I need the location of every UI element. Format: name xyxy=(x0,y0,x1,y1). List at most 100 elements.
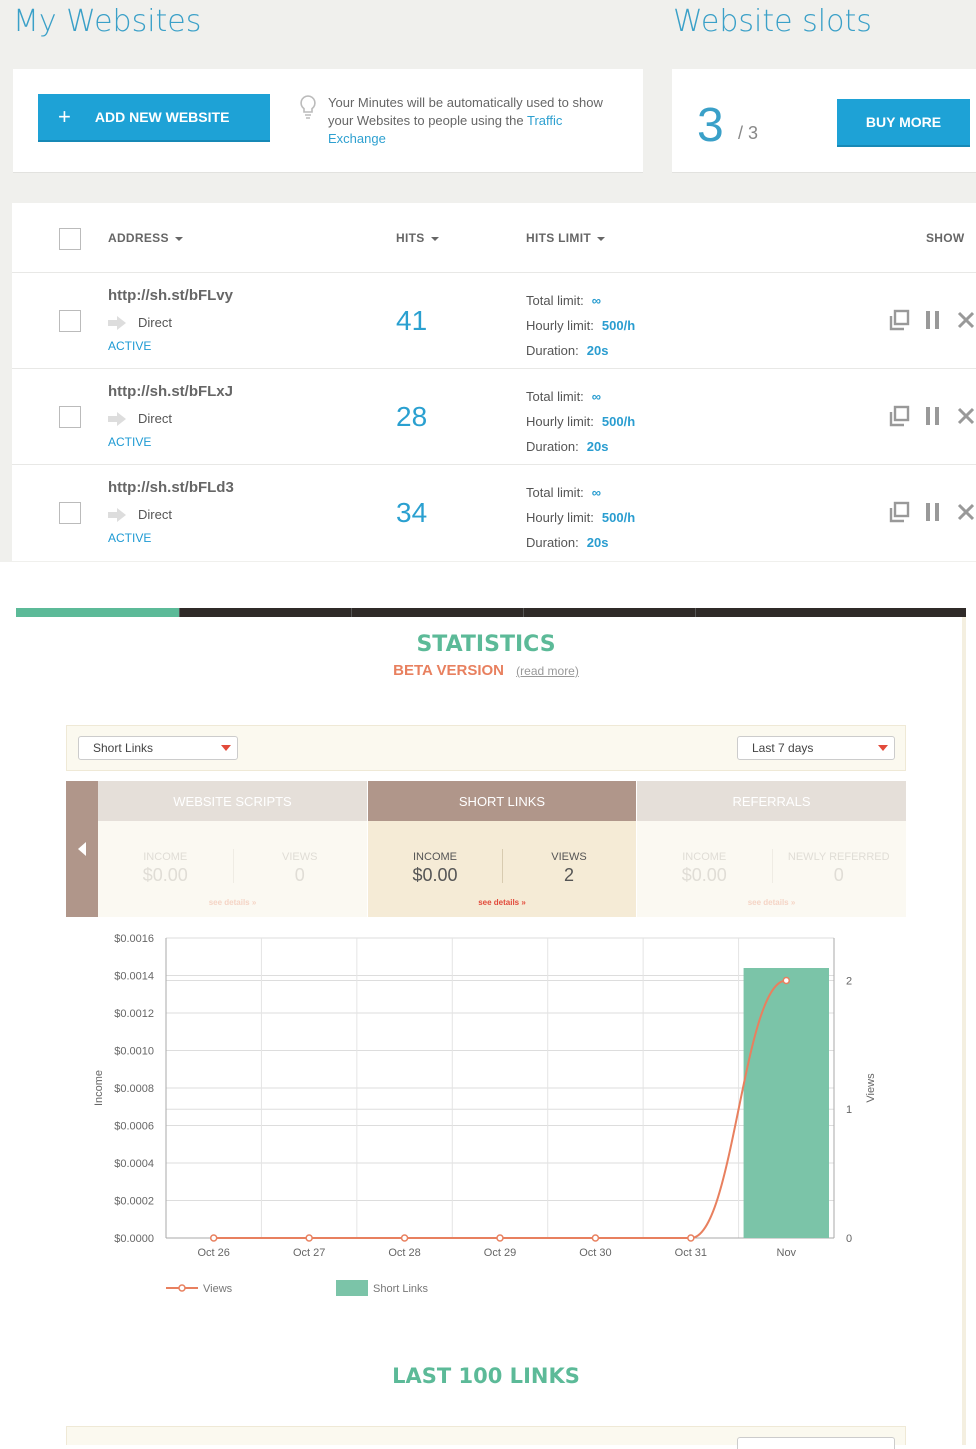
total-limit-value: ∞ xyxy=(591,293,602,308)
see-details-link[interactable]: see details » xyxy=(98,898,367,907)
slots-title: Website slots xyxy=(673,4,872,39)
type-select[interactable]: Short Links xyxy=(78,736,238,760)
traffic-source: Direct xyxy=(108,507,172,522)
column-hits-limit[interactable]: HITS LIMIT xyxy=(526,231,605,245)
read-more-link[interactable]: (read more) xyxy=(516,664,579,678)
lightbulb-icon xyxy=(300,95,316,119)
total-limit-value: ∞ xyxy=(591,389,602,404)
row-actions xyxy=(888,405,974,427)
stats-panel-tab[interactable]: SHORT LINKS xyxy=(368,781,636,821)
x-tick-label: Oct 27 xyxy=(293,1247,325,1259)
column-address[interactable]: ADDRESS xyxy=(108,231,183,245)
x-tick-label: Oct 30 xyxy=(579,1247,611,1259)
chevron-down-icon xyxy=(878,745,888,751)
duration: Duration: 20s xyxy=(526,343,608,358)
stats-tab-indicator[interactable] xyxy=(523,608,695,617)
row-checkbox[interactable] xyxy=(59,406,81,428)
plus-icon: + xyxy=(58,104,71,129)
statistics-title: STATISTICS xyxy=(416,632,556,657)
table-row: http://sh.st/bFLxJ Direct ACTIVE 28 Tota… xyxy=(12,368,976,464)
column-hits[interactable]: HITS xyxy=(396,231,439,245)
table-row: http://sh.st/bFLd3 Direct ACTIVE 34 Tota… xyxy=(12,464,976,560)
legend-short-links-swatch xyxy=(336,1280,368,1296)
status-badge: ACTIVE xyxy=(108,339,152,353)
panels-prev-button[interactable] xyxy=(66,781,98,917)
views-point xyxy=(305,1234,313,1242)
range-select[interactable]: Last 7 days xyxy=(737,736,895,760)
pause-icon[interactable] xyxy=(924,405,942,427)
hourly-limit-label: Hourly limit: xyxy=(526,414,594,429)
statistics-section: STATISTICS BETA VERSION (read more) Shor… xyxy=(16,608,966,1449)
websites-table: ADDRESS HITS HITS LIMIT SHOW http://sh.s… xyxy=(12,203,976,561)
duplicate-icon[interactable] xyxy=(888,405,910,427)
row-checkbox[interactable] xyxy=(59,502,81,524)
website-address[interactable]: http://sh.st/bFLvy xyxy=(108,287,233,304)
traffic-source-label: Direct xyxy=(138,315,172,330)
divider xyxy=(232,849,234,883)
buy-more-label: BUY MORE xyxy=(865,114,942,130)
stats-panel-tab[interactable]: REFERRALS xyxy=(637,781,906,821)
total-limit-label: Total limit: xyxy=(526,485,584,500)
hourly-limit: Hourly limit: 500/h xyxy=(526,414,635,429)
y-tick-label: $0.0004 xyxy=(114,1158,154,1170)
metric-label: VIEWS xyxy=(551,851,587,863)
duration-value: 20s xyxy=(586,343,609,358)
sort-caret-icon xyxy=(597,236,605,241)
stats-tab-indicator[interactable] xyxy=(351,608,523,617)
beta-label-row: BETA VERSION (read more) xyxy=(16,662,956,679)
delete-icon[interactable] xyxy=(956,405,974,427)
website-address[interactable]: http://sh.st/bFLxJ xyxy=(108,383,233,400)
duration: Duration: 20s xyxy=(526,535,608,550)
column-hits-limit-label: HITS LIMIT xyxy=(526,231,591,245)
hourly-limit: Hourly limit: 500/h xyxy=(526,318,635,333)
metric-views: VIEWS 2 xyxy=(509,851,629,886)
buy-more-button[interactable]: BUY MORE xyxy=(837,99,970,147)
divider xyxy=(771,849,773,883)
arrow-right-icon xyxy=(108,507,126,522)
website-address[interactable]: http://sh.st/bFLd3 xyxy=(108,479,234,496)
pause-icon[interactable] xyxy=(924,309,942,331)
duplicate-icon[interactable] xyxy=(888,309,910,331)
pause-icon[interactable] xyxy=(924,501,942,523)
delete-icon[interactable] xyxy=(956,309,974,331)
x-tick-label: Oct 29 xyxy=(484,1247,516,1259)
metric-label: VIEWS xyxy=(282,851,318,863)
metric-label: INCOME xyxy=(143,851,188,863)
duration: Duration: 20s xyxy=(526,439,608,454)
duration-value: 20s xyxy=(586,439,609,454)
stats-tab-indicator[interactable] xyxy=(695,608,966,617)
x-tick-label: Oct 28 xyxy=(388,1247,420,1259)
duration-value: 20s xyxy=(586,535,609,550)
see-details-link[interactable]: see details » xyxy=(368,898,636,907)
column-show-label: SHOW xyxy=(926,231,965,245)
beta-version-label: BETA VERSION xyxy=(393,662,504,679)
hourly-limit-label: Hourly limit: xyxy=(526,318,594,333)
hourly-limit-value: 500/h xyxy=(601,414,636,429)
stats-panel-tab[interactable]: WEBSITE SCRIPTS xyxy=(98,781,367,821)
range-select-value: Last 7 days xyxy=(752,741,814,755)
views-point xyxy=(209,1234,218,1242)
traffic-exchange-tip: Your Minutes will be automatically used … xyxy=(328,94,623,148)
add-new-website-button[interactable]: + ADD NEW WEBSITE xyxy=(38,94,270,142)
metric-label: NEWLY REFERRED xyxy=(787,851,890,863)
delete-icon[interactable] xyxy=(956,501,974,523)
status-badge: ACTIVE xyxy=(108,531,152,545)
see-details-link[interactable]: see details » xyxy=(637,898,906,907)
select-all-checkbox[interactable] xyxy=(59,228,81,250)
add-new-website-label: ADD NEW WEBSITE xyxy=(94,109,230,125)
stats-tab-indicator[interactable] xyxy=(179,608,351,617)
column-show[interactable]: SHOW xyxy=(926,231,965,245)
views-point xyxy=(782,976,791,985)
y-tick-label: $0.0008 xyxy=(114,1083,154,1095)
sort-caret-icon xyxy=(430,236,439,241)
row-checkbox[interactable] xyxy=(59,310,81,332)
last-links-select[interactable] xyxy=(737,1437,895,1449)
y2-tick-label: 1 xyxy=(846,1104,852,1116)
y-tick-label: $0.0014 xyxy=(114,971,154,983)
y-tick-label: $0.0012 xyxy=(114,1008,154,1020)
hits-count: 41 xyxy=(396,305,428,336)
stats-tab-indicator-active[interactable] xyxy=(16,608,179,617)
hourly-limit-label: Hourly limit: xyxy=(526,510,594,525)
duplicate-icon[interactable] xyxy=(888,501,910,523)
y2-axis-label: Views xyxy=(865,1073,877,1103)
